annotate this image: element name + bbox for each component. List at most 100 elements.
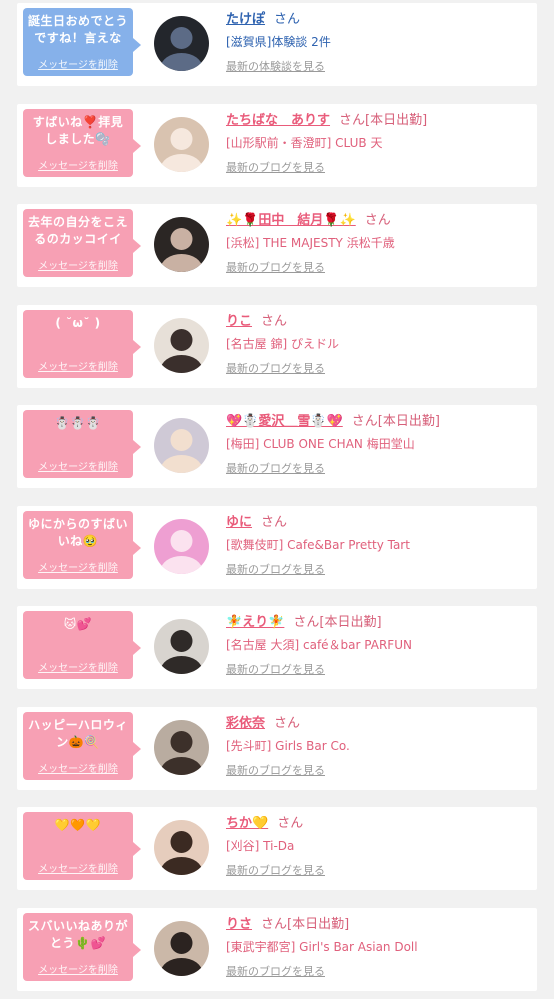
latest-post-link[interactable]: 最新のブログを見る [226, 663, 325, 676]
delete-message-link[interactable]: メッセージを削除 [23, 157, 133, 172]
message-text: ☃️☃️☃️ [54, 416, 102, 430]
name-line: たちばな ありす さん[本日出勤] [226, 110, 531, 132]
profile-info: たちばな ありす さん[本日出勤] [山形駅前・香澄町] CLUB 天 最新のブロ… [226, 110, 531, 182]
shop-label: [名古屋 錦] ぴえドル [226, 337, 339, 351]
avatar[interactable] [154, 921, 209, 976]
message-text: すばいね❣️拝見しました🫧 [32, 115, 124, 146]
shop-label: [東武宇都宮] Girl's Bar Asian Doll [226, 940, 418, 954]
delete-message-link[interactable]: メッセージを削除 [23, 458, 133, 473]
working-today-badge: [本日出勤] [365, 113, 428, 128]
honorific-label: さん [277, 816, 304, 831]
avatar-photo [154, 16, 209, 71]
delete-message-link[interactable]: メッセージを削除 [23, 860, 133, 875]
shop-label: [刈谷] Ti-Da [226, 839, 295, 853]
message-card: ゆにからのすばいいね🥹 メッセージを削除 ゆに さん [歌舞伎町] Cafe&Ba… [17, 506, 537, 589]
profile-name-link[interactable]: たけぽ [226, 12, 265, 27]
avatar-photo [154, 418, 209, 473]
message-card: すばいね❣️拝見しました🫧 メッセージを削除 たちばな ありす さん[本日出勤] … [17, 104, 537, 187]
avatar-photo [154, 619, 209, 674]
profile-name-link[interactable]: りこ [226, 314, 252, 329]
message-bubble: すばいね❣️拝見しました🫧 メッセージを削除 [23, 109, 141, 177]
latest-post-link[interactable]: 最新のブログを見る [226, 764, 325, 777]
message-text: ( ˘ω˘ ) [55, 316, 101, 330]
profile-name-link[interactable]: ちか💛 [226, 816, 268, 831]
honorific-label: さん [274, 716, 301, 731]
avatar[interactable] [154, 418, 209, 473]
message-text: 去年の自分をこえるのカッコイイ [27, 215, 128, 246]
honorific-label: さん [261, 314, 288, 329]
latest-post-link[interactable]: 最新のブログを見る [226, 161, 325, 174]
profile-name-link[interactable]: ✨🌹田中 結月🌹✨ [226, 213, 356, 228]
honorific-label: さん [351, 414, 378, 429]
avatar-photo [154, 519, 209, 574]
latest-post-link[interactable]: 最新の体験談を見る [226, 60, 325, 73]
delete-message-link[interactable]: メッセージを削除 [23, 559, 133, 574]
name-line: 彩依奈 さん [226, 713, 531, 735]
profile-name-link[interactable]: たちばな ありす [226, 113, 330, 128]
working-today-badge: [本日出勤] [287, 917, 350, 932]
message-text: 🐱💕 [63, 617, 93, 631]
profile-name-link[interactable]: りさ [226, 917, 252, 932]
profile-name-link[interactable]: 🧚えり🧚 [226, 615, 284, 630]
shop-label: [先斗町] Girls Bar Co. [226, 739, 350, 753]
profile-info: りこ さん [名古屋 錦] ぴえドル 最新のブログを見る [226, 311, 531, 383]
profile-info: 💖☃️愛沢＿雪☃️💖 さん[本日出勤] [梅田] CLUB ONE CHAN 梅田… [226, 411, 531, 483]
honorific-label: さん [339, 113, 366, 128]
profile-info: りさ さん[本日出勤] [東武宇都宮] Girl's Bar Asian Doll… [226, 914, 531, 986]
latest-post-link[interactable]: 最新のブログを見る [226, 965, 325, 978]
name-line: 💖☃️愛沢＿雪☃️💖 さん[本日出勤] [226, 411, 531, 433]
avatar[interactable] [154, 820, 209, 875]
latest-post-link[interactable]: 最新のブログを見る [226, 261, 325, 274]
avatar[interactable] [154, 519, 209, 574]
message-text: ゆにからのすばいいね🥹 [27, 517, 128, 548]
profile-name-link[interactable]: ゆに [226, 515, 252, 530]
profile-name-link[interactable]: 💖☃️愛沢＿雪☃️💖 [226, 414, 343, 429]
latest-post-link[interactable]: 最新のブログを見る [226, 362, 325, 375]
message-bubble: ハッピーハロウィン🎃🍭 メッセージを削除 [23, 712, 141, 780]
delete-message-link[interactable]: メッセージを削除 [23, 961, 133, 976]
avatar-photo [154, 921, 209, 976]
delete-message-link[interactable]: メッセージを削除 [23, 257, 133, 272]
honorific-label: さん [293, 615, 320, 630]
message-text: 💛🧡💛 [54, 818, 102, 832]
avatar[interactable] [154, 16, 209, 71]
message-bubble: 🐱💕 メッセージを削除 [23, 611, 141, 679]
shop-label: [名古屋 大須] café＆bar PARFUN [226, 638, 412, 652]
honorific-label: さん [364, 213, 391, 228]
message-card: 去年の自分をこえるのカッコイイ メッセージを削除 ✨🌹田中 結月🌹✨ さん [浜松… [17, 204, 537, 287]
avatar[interactable] [154, 217, 209, 272]
latest-post-link[interactable]: 最新のブログを見る [226, 462, 325, 475]
delete-message-link[interactable]: メッセージを削除 [23, 358, 133, 373]
delete-message-link[interactable]: メッセージを削除 [23, 760, 133, 775]
message-bubble: 誕生日おめでとうですね！言えな メッセージを削除 [23, 8, 141, 76]
message-text: スバいいねありがとう🌵💕 [27, 919, 128, 950]
latest-post-link[interactable]: 最新のブログを見る [226, 563, 325, 576]
delete-message-link[interactable]: メッセージを削除 [23, 56, 133, 71]
avatar[interactable] [154, 619, 209, 674]
delete-message-link[interactable]: メッセージを削除 [23, 659, 133, 674]
working-today-badge: [本日出勤] [319, 615, 382, 630]
name-line: ✨🌹田中 結月🌹✨ さん [226, 210, 531, 232]
message-bubble: 💛🧡💛 メッセージを削除 [23, 812, 141, 880]
shop-label: [浜松] THE MAJESTY 浜松千歳 [226, 236, 395, 250]
avatar[interactable] [154, 117, 209, 172]
name-line: たけぽ さん [226, 9, 531, 31]
message-text: ハッピーハロウィン🎃🍭 [28, 718, 128, 749]
avatar-photo [154, 217, 209, 272]
avatar-photo [154, 117, 209, 172]
profile-name-link[interactable]: 彩依奈 [226, 716, 265, 731]
honorific-label: さん [261, 515, 288, 530]
avatar-photo [154, 720, 209, 775]
message-bubble: ゆにからのすばいいね🥹 メッセージを削除 [23, 511, 141, 579]
shop-label: [滋賀県]体験談 2件 [226, 35, 331, 49]
latest-post-link[interactable]: 最新のブログを見る [226, 864, 325, 877]
avatar[interactable] [154, 318, 209, 373]
avatar-photo [154, 318, 209, 373]
message-card: ハッピーハロウィン🎃🍭 メッセージを削除 彩依奈 さん [先斗町] Girls B… [17, 707, 537, 790]
message-bubble: ( ˘ω˘ ) メッセージを削除 [23, 310, 141, 378]
profile-info: ✨🌹田中 結月🌹✨ さん [浜松] THE MAJESTY 浜松千歳 最新のブログ… [226, 210, 531, 282]
name-line: りこ さん [226, 311, 531, 333]
avatar[interactable] [154, 720, 209, 775]
message-card: スバいいねありがとう🌵💕 メッセージを削除 りさ さん[本日出勤] [東武宇都宮]… [17, 908, 537, 991]
working-today-badge: [本日出勤] [377, 414, 440, 429]
